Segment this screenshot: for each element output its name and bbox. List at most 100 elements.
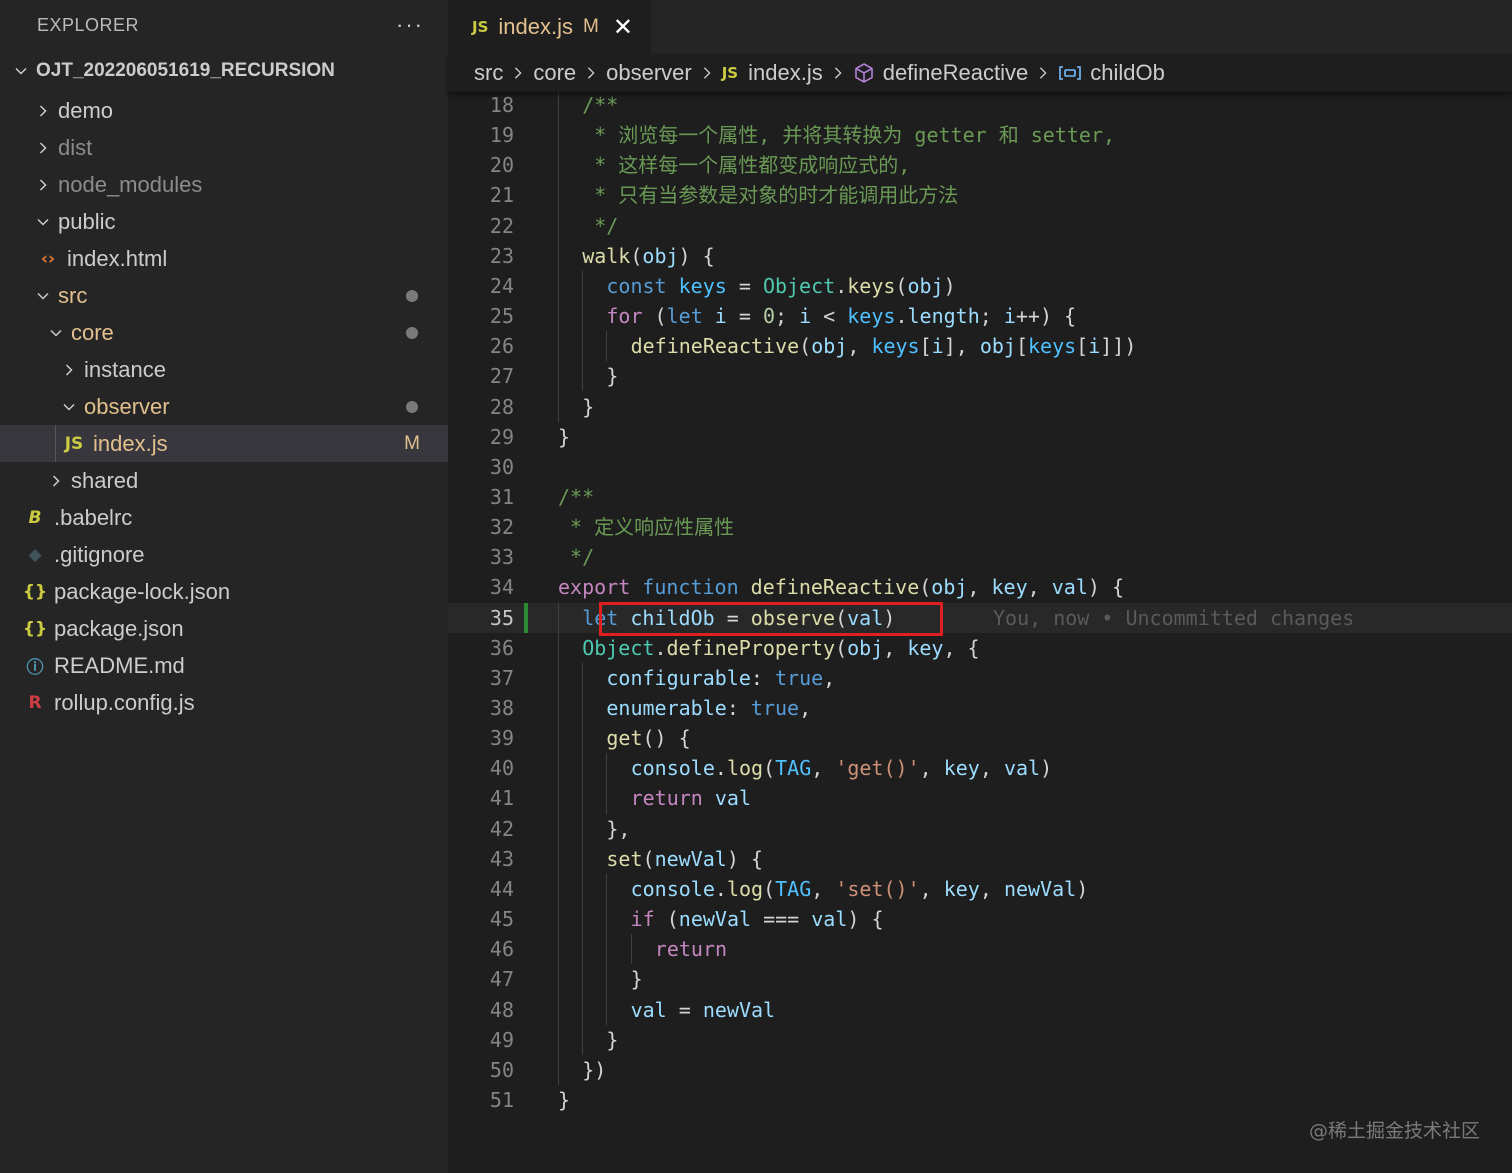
code-line[interactable]: 24 const keys = Object.keys(obj) — [448, 271, 1512, 301]
crumb-src[interactable]: src — [474, 60, 503, 86]
code-token: = — [726, 273, 763, 298]
code-line[interactable]: 20 * 这样每一个属性都变成响应式的, — [448, 150, 1512, 180]
code-token: , { — [943, 635, 980, 660]
tree-folder-dist[interactable]: dist — [0, 129, 448, 166]
tree-item-label: core — [71, 319, 114, 345]
code-token: i — [931, 334, 944, 359]
code-line[interactable]: 50}) — [448, 1055, 1512, 1085]
tree-folder-instance[interactable]: instance — [0, 351, 448, 388]
code-token: i — [1003, 304, 1016, 329]
workspace-root-folder[interactable]: OJT_202206051619_RECURSION — [0, 50, 448, 92]
code-line[interactable]: 48 val = newVal — [448, 995, 1512, 1025]
code-line[interactable]: 26 defineReactive(obj, keys[i], obj[keys[… — [448, 331, 1512, 361]
tab-index-js[interactable]: JS index.js M ✕ — [448, 0, 651, 54]
code-line[interactable]: 41 return val — [448, 783, 1512, 813]
code-line[interactable]: 42}, — [448, 814, 1512, 844]
tree-file-babelrc[interactable]: B .babelrc — [0, 499, 448, 536]
line-number: 30 — [489, 454, 514, 479]
code-token: * 定义响应性属性 — [558, 515, 735, 540]
code-line[interactable]: 51} — [448, 1085, 1512, 1115]
code-line[interactable]: 33 */ — [448, 542, 1512, 572]
explorer-title: EXPLORER — [37, 14, 140, 35]
indent-guide — [558, 92, 559, 422]
code-line[interactable]: 27} — [448, 361, 1512, 391]
code-line[interactable]: 18 /** — [448, 92, 1512, 120]
code-token: , — [883, 635, 908, 660]
code-token: ) — [943, 273, 956, 298]
tree-file-package-lock-json[interactable]: {} package-lock.json — [0, 573, 448, 610]
code-line[interactable]: 38 enumerable: true, — [448, 693, 1512, 723]
code-line[interactable]: 21 * 只有当参数是对象的时才能调用此方法 — [448, 180, 1512, 210]
tree-file-gitignore[interactable]: ◆ .gitignore — [0, 536, 448, 573]
tree-folder-demo[interactable]: demo — [0, 92, 448, 129]
crumb-observer[interactable]: observer — [606, 60, 692, 86]
line-number: 24 — [489, 273, 514, 298]
code-line[interactable]: 40 console.log(TAG, 'get()', key, val) — [448, 753, 1512, 783]
code-token: newVal — [1003, 876, 1077, 901]
code-token: ( — [799, 334, 812, 359]
code-token: i — [714, 304, 727, 329]
tree-folder-src[interactable]: src — [0, 277, 448, 314]
code-token: === — [751, 907, 812, 932]
tree-item-label: .babelrc — [54, 504, 133, 530]
code-line[interactable]: 46 return — [448, 934, 1512, 964]
tree-folder-public[interactable]: public — [0, 203, 448, 240]
code-token: TAG — [775, 756, 812, 781]
code-line[interactable]: 36 Object.defineProperty(obj, key, { — [448, 633, 1512, 663]
code-line[interactable]: 32 * 定义响应性属性 — [448, 512, 1512, 542]
code-token: < — [811, 304, 848, 329]
tree-file-index-html[interactable]: ‹› index.html — [0, 240, 448, 277]
tree-file-package-json[interactable]: {} package.json — [0, 610, 448, 647]
tree-file-rollup-config-js[interactable]: Rrollup.config.js — [0, 684, 448, 721]
code-line[interactable]: 45 if (newVal === val) { — [448, 904, 1512, 934]
code-token: log — [726, 756, 764, 781]
code-token: , — [811, 756, 836, 781]
code-token: obj — [907, 273, 944, 298]
code-token: , — [967, 575, 992, 600]
code-text: */ — [582, 211, 618, 241]
tree-folder-observer[interactable]: observer — [0, 388, 448, 425]
code-line[interactable]: 47} — [448, 964, 1512, 994]
crumb-core[interactable]: core — [533, 60, 576, 86]
code-editor[interactable]: 18 /** 19 * 浏览每一个属性, 并将其转换为 getter 和 sette… — [448, 92, 1512, 1173]
code-line[interactable]: 34 export function defineReactive(obj, ke… — [448, 572, 1512, 602]
code-line[interactable]: 19 * 浏览每一个属性, 并将其转换为 getter 和 setter, — [448, 120, 1512, 150]
tree-folder-shared[interactable]: shared — [0, 462, 448, 499]
code-line[interactable]: 49} — [448, 1025, 1512, 1055]
code-token: . — [835, 273, 848, 298]
tree-folder-node-modules[interactable]: node_modules — [0, 166, 448, 203]
line-number: 31 — [489, 484, 514, 509]
code-token: length — [907, 304, 980, 329]
more-actions-icon[interactable]: ··· — [396, 12, 424, 38]
code-line[interactable]: 23 walk(obj) { — [448, 241, 1512, 271]
line-number: 45 — [489, 907, 514, 932]
code-token: key — [991, 575, 1028, 600]
code-line[interactable]: 28} — [448, 392, 1512, 422]
code-line[interactable]: 25 for (let i = 0; i < keys.length; i++) … — [448, 301, 1512, 331]
close-icon[interactable]: ✕ — [613, 13, 633, 42]
code-line[interactable]: 29} — [448, 422, 1512, 452]
code-token: ) { — [847, 907, 884, 932]
crumb-define-reactive[interactable]: defineReactive — [883, 60, 1029, 86]
tree-file-index-js[interactable]: JS index.js M — [0, 425, 448, 462]
code-text: } — [631, 964, 643, 994]
code-line[interactable]: 31 /** — [448, 482, 1512, 512]
tree-file-readme-md[interactable]: ⓘ README.md — [0, 647, 448, 684]
code-line[interactable]: 39 get() { — [448, 723, 1512, 753]
code-token: = — [666, 997, 703, 1022]
code-line[interactable]: 35 let childOb = observe(val) You, now • U… — [448, 602, 1512, 633]
tree-folder-core[interactable]: core — [0, 314, 448, 351]
chevron-down-icon — [12, 62, 30, 80]
code-line[interactable]: 22 */ — [448, 211, 1512, 241]
code-text: } — [606, 361, 618, 391]
code-line[interactable]: 37 configurable: true, — [448, 663, 1512, 693]
code-token: obj — [811, 334, 848, 359]
code-token: val — [1003, 756, 1041, 781]
code-line[interactable]: 44 console.log(TAG, 'set()', key, newVal) — [448, 874, 1512, 904]
code-line[interactable]: 30 — [448, 452, 1512, 482]
crumb-child-ob[interactable]: childOb — [1090, 60, 1165, 86]
code-line[interactable]: 43 set(newVal) { — [448, 844, 1512, 874]
line-number: 38 — [489, 696, 514, 720]
crumb-index-js[interactable]: index.js — [748, 60, 823, 86]
code-token: function — [642, 575, 751, 600]
